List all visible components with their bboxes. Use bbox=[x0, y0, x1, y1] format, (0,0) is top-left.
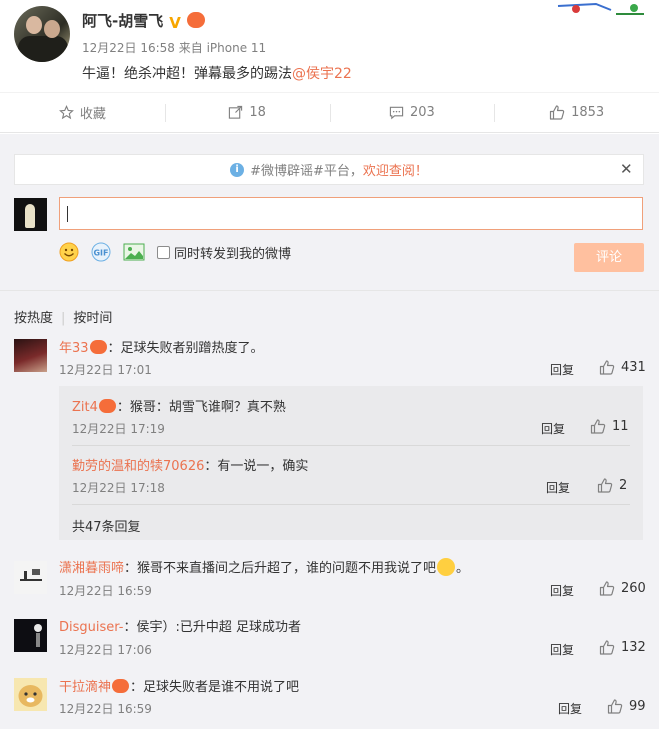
thumbs-up-icon bbox=[607, 699, 623, 714]
repost-option-label: 同时转发到我的微博 bbox=[174, 246, 292, 262]
author-avatar[interactable] bbox=[14, 6, 70, 62]
favorite-label: 收藏 bbox=[79, 107, 106, 122]
author-name[interactable]: 阿飞-胡雪飞 bbox=[82, 12, 163, 30]
comment-text: 潇湘暮雨啼：猴哥不来直播间之后升超了，谁的问题不用我说了吧。 bbox=[59, 557, 469, 576]
vip-icon bbox=[89, 340, 107, 354]
repost-button[interactable]: 18 bbox=[164, 93, 330, 132]
commenter-avatar[interactable] bbox=[14, 678, 47, 711]
comment-icon bbox=[389, 106, 404, 120]
composer-toolbar: GIF 同时转发到我的微博 bbox=[59, 242, 291, 262]
comment-like-count: 11 bbox=[612, 419, 629, 434]
comment-like-count: 431 bbox=[621, 360, 646, 375]
verified-icon: V bbox=[169, 14, 181, 32]
comment-time: 12月22日 17:19 bbox=[72, 422, 165, 436]
tab-sort-time[interactable]: 按时间 bbox=[73, 311, 112, 326]
submit-comment-button[interactable]: 评论 bbox=[574, 243, 644, 272]
divider bbox=[0, 290, 659, 291]
notice-link[interactable]: 欢迎查阅！ bbox=[363, 160, 428, 179]
commenter-name[interactable]: 潇湘暮雨啼 bbox=[59, 561, 124, 576]
thumbs-up-icon bbox=[597, 478, 613, 493]
tab-sort-hot[interactable]: 按热度 bbox=[14, 311, 53, 326]
commenter-name[interactable]: Zit4 bbox=[72, 400, 98, 415]
post-text: 牛逼！绝杀冲超！弹幕最多的踢法@侯宇22 bbox=[82, 63, 352, 83]
repost-checkbox[interactable] bbox=[157, 245, 170, 259]
my-avatar bbox=[14, 198, 47, 231]
notice-tag: #微博辟谣#平台， bbox=[250, 164, 363, 179]
comment-count: 203 bbox=[409, 105, 435, 120]
comment-text: 年33 ：足球失败者别蹭热度了。 bbox=[59, 340, 264, 356]
thumbs-up-icon bbox=[599, 360, 615, 375]
like-count: 1853 bbox=[571, 105, 605, 120]
more-replies-link[interactable]: 共47条回复 bbox=[72, 516, 141, 535]
reply-button[interactable]: 回复 bbox=[546, 479, 570, 496]
comment-input[interactable] bbox=[59, 197, 643, 230]
comment-like-count: 99 bbox=[629, 699, 646, 714]
comment-time: 12月22日 17:06 bbox=[59, 643, 152, 657]
post-body: 牛逼！绝杀冲超！弹幕最多的踢法 bbox=[82, 66, 292, 82]
reply-button[interactable]: 回复 bbox=[541, 420, 565, 437]
comment-like-button[interactable]: 132 bbox=[599, 640, 646, 655]
comment-time: 12月22日 16:59 bbox=[59, 584, 152, 598]
comment-text: 干拉滴神 ：足球失败者是谁不用说了吧 bbox=[59, 679, 300, 695]
sort-tabs: 按热度 | 按时间 bbox=[14, 311, 113, 326]
comment-time: 12月22日 16:59 bbox=[59, 702, 152, 716]
star-icon bbox=[58, 105, 74, 120]
commenter-avatar[interactable] bbox=[14, 561, 47, 594]
reply-button[interactable]: 回复 bbox=[550, 582, 574, 599]
thumbs-up-icon bbox=[590, 419, 606, 434]
commenter-avatar[interactable] bbox=[14, 339, 47, 372]
comment-like-button[interactable]: 431 bbox=[599, 360, 646, 375]
gif-icon[interactable]: GIF bbox=[91, 242, 111, 262]
post-meta: 12月22日 16:58 来自 iPhone 11 bbox=[82, 41, 267, 55]
sub-comment-text: 勤劳的温和的犊70626：有一说一，确实 bbox=[72, 459, 309, 474]
sub-comment-text: Zit4 ：猴哥：胡雪飞谁啊？真不熟 bbox=[72, 399, 286, 415]
comment-time: 12月22日 17:01 bbox=[59, 363, 152, 377]
close-icon[interactable]: ✕ bbox=[620, 160, 633, 178]
comment-like-count: 260 bbox=[621, 581, 646, 596]
comment-time: 12月22日 17:18 bbox=[72, 481, 165, 495]
divider bbox=[72, 445, 630, 446]
mention-link[interactable]: @侯宇22 bbox=[292, 66, 352, 82]
image-icon[interactable] bbox=[123, 242, 145, 262]
favorite-button[interactable]: 收藏 bbox=[0, 93, 165, 132]
comment-like-button[interactable]: 2 bbox=[597, 478, 627, 493]
comment-like-button[interactable]: 260 bbox=[599, 581, 646, 596]
repost-count: 18 bbox=[249, 105, 266, 120]
post-image-thumbnail[interactable] bbox=[556, 0, 646, 18]
info-icon: i bbox=[230, 162, 245, 177]
reply-button[interactable]: 回复 bbox=[550, 641, 574, 658]
commenter-name[interactable]: 勤劳的温和的犊70626 bbox=[72, 459, 204, 474]
thumbs-up-icon bbox=[549, 105, 565, 120]
post-action-bar: 收藏 18 203 1853 bbox=[0, 92, 659, 133]
comment-like-button[interactable]: 99 bbox=[607, 699, 646, 714]
comment-button[interactable]: 203 bbox=[329, 93, 495, 132]
post-author[interactable]: 阿飞-胡雪飞 V bbox=[82, 10, 206, 32]
commenter-name[interactable]: 年33 bbox=[59, 341, 89, 356]
like-button[interactable]: 1853 bbox=[494, 93, 659, 132]
comment-like-button[interactable]: 11 bbox=[590, 419, 629, 434]
comment-like-count: 2 bbox=[619, 478, 628, 493]
emoji-icon bbox=[437, 558, 456, 576]
thumbs-up-icon bbox=[599, 581, 615, 596]
commenter-name[interactable]: 干拉滴神 bbox=[59, 680, 111, 695]
thumbs-up-icon bbox=[599, 640, 615, 655]
comment-like-count: 132 bbox=[621, 640, 646, 655]
reply-button[interactable]: 回复 bbox=[558, 700, 582, 717]
vip-icon bbox=[98, 399, 116, 413]
vip-icon bbox=[187, 12, 206, 28]
divider bbox=[72, 504, 630, 505]
commenter-avatar[interactable] bbox=[14, 619, 47, 652]
reply-button[interactable]: 回复 bbox=[550, 361, 574, 378]
comment-text: Disguiser-：侯宇）:已升中超 足球成功者 bbox=[59, 620, 301, 635]
emoji-icon[interactable] bbox=[59, 242, 79, 262]
repost-icon bbox=[229, 105, 243, 119]
svg-text:GIF: GIF bbox=[93, 249, 108, 258]
commenter-name[interactable]: Disguiser- bbox=[59, 620, 123, 635]
vip-icon bbox=[112, 679, 130, 693]
rumor-notice-banner[interactable]: i #微博辟谣#平台， 欢迎查阅！ bbox=[14, 154, 644, 185]
